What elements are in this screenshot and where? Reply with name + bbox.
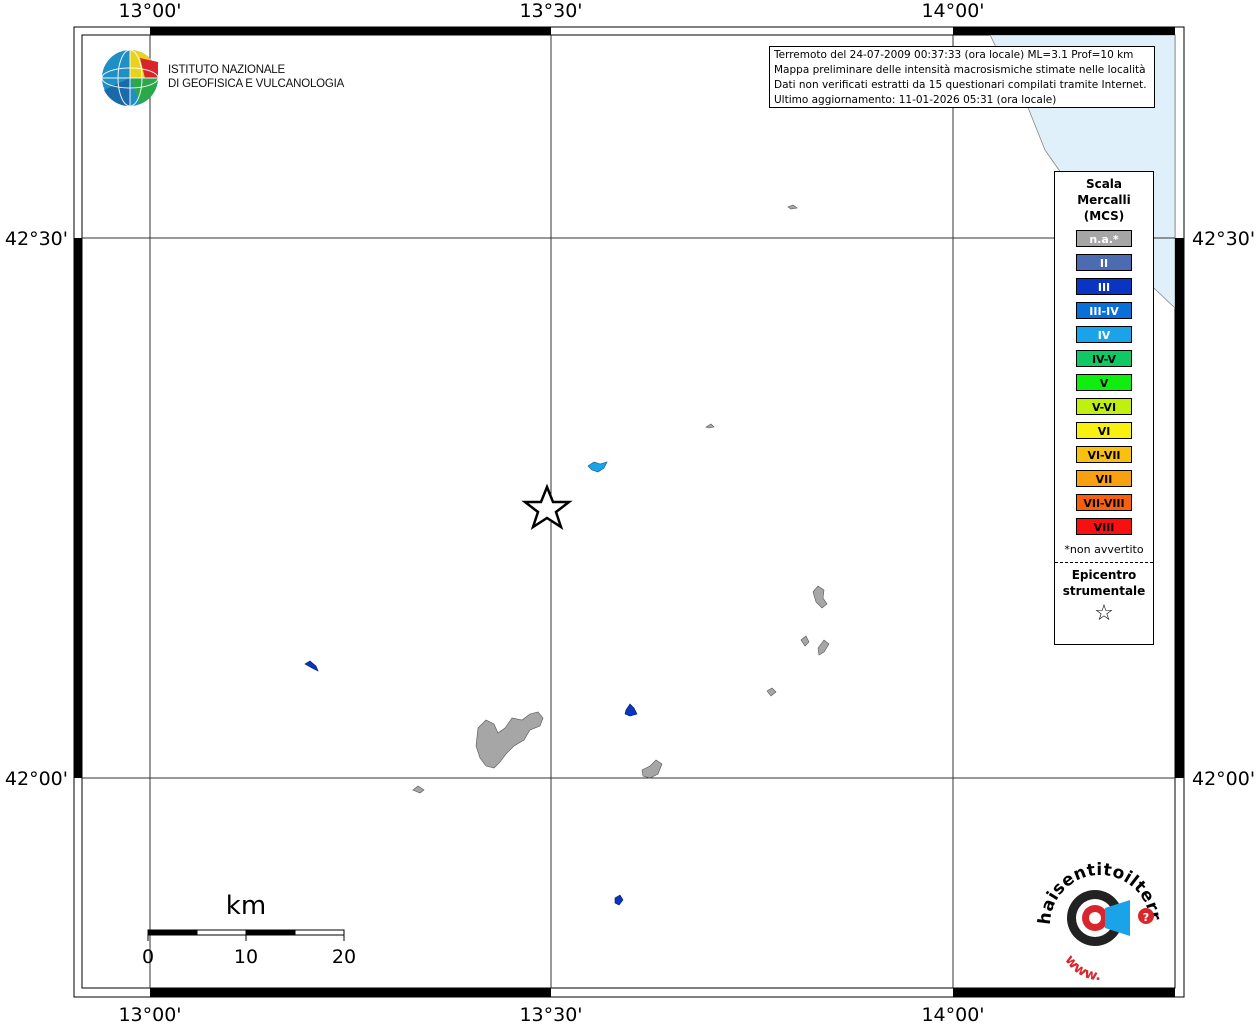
lat-label-right-1: 42°30' — [1192, 228, 1255, 250]
legend-item: V — [1076, 374, 1132, 391]
event-info-line-3: Dati non verificati estratti da 15 quest… — [774, 79, 1147, 91]
lon-label-bottom-1: 13°00' — [118, 1004, 181, 1024]
legend-item: n.a.* — [1076, 230, 1132, 247]
legend-title: Scala Mercalli (MCS) — [1055, 176, 1153, 224]
ingv-globe-icon — [101, 49, 159, 107]
lon-label-bottom-2: 13°30' — [519, 1004, 582, 1024]
institute-line-1: ISTITUTO NAZIONALE — [168, 64, 285, 76]
map-inner-frame — [81, 34, 1176, 989]
legend-item: V-VI — [1076, 398, 1132, 415]
legend-divider — [1055, 562, 1153, 563]
lat-label-left-1: 42°30' — [5, 228, 68, 250]
lat-label-right-2: 42°00' — [1192, 768, 1255, 790]
institute-line-2: DI GEOFISICA E VULCANOLOGIA — [168, 78, 345, 90]
legend-item: VII-VIII — [1076, 494, 1132, 511]
legend-item: VII — [1076, 470, 1132, 487]
legend-epicentre-line-1: Epicentro — [1071, 568, 1137, 582]
legend-title-line-1: Scala — [1085, 177, 1123, 191]
legend-title-line-3: (MCS) — [1083, 209, 1125, 223]
scale-bar-tick-10: 10 — [234, 946, 258, 968]
legend-epicentre-line-2: strumentale — [1062, 584, 1146, 598]
svg-text:?: ? — [1143, 911, 1149, 924]
legend-item: VI-VII — [1076, 446, 1132, 463]
legend-item: VIII — [1076, 518, 1132, 535]
legend-item: IV-V — [1076, 350, 1132, 367]
legend-star-icon: ☆ — [1094, 601, 1114, 626]
institute-name: ISTITUTO NAZIONALE DI GEOFISICA E VULCAN… — [168, 63, 344, 91]
legend-item: II — [1076, 254, 1132, 271]
scale-bar-tick-0: 0 — [142, 946, 154, 968]
event-info-box: Terremoto del 24-07-2009 00:37:33 (ora l… — [769, 46, 1155, 108]
legend-note: *non avvertito — [1064, 543, 1144, 556]
lon-label-top-2: 13°30' — [519, 0, 582, 22]
event-info-line-2: Mappa preliminare delle intensità macros… — [774, 64, 1146, 76]
intensity-legend: Scala Mercalli (MCS) n.a.* II III III-IV IV I… — [1054, 171, 1154, 645]
lon-label-top-1: 13°00' — [118, 0, 181, 22]
scale-bar-tick-20: 20 — [332, 946, 356, 968]
legend-item: III — [1076, 278, 1132, 295]
event-info-line-1: Terremoto del 24-07-2009 00:37:33 (ora l… — [774, 49, 1134, 61]
lon-label-top-3: 14°00' — [921, 0, 984, 22]
lat-label-left-2: 42°00' — [5, 768, 68, 790]
legend-item: VI — [1076, 422, 1132, 439]
legend-item: III-IV — [1076, 302, 1132, 319]
lon-label-bottom-3: 14°00' — [921, 1004, 984, 1024]
legend-list: n.a.* II III III-IV IV IV-V V V-VI VI VI-VII VII VI… — [1055, 230, 1153, 535]
legend-title-line-2: Mercalli — [1077, 193, 1131, 207]
scale-bar-unit: km — [226, 891, 266, 921]
legend-epicentre-label: Epicentro strumentale — [1055, 567, 1153, 599]
legend-item: IV — [1076, 326, 1132, 343]
event-info-line-4: Ultimo aggiornamento: 11-01-2026 05:31 (… — [774, 94, 1057, 106]
